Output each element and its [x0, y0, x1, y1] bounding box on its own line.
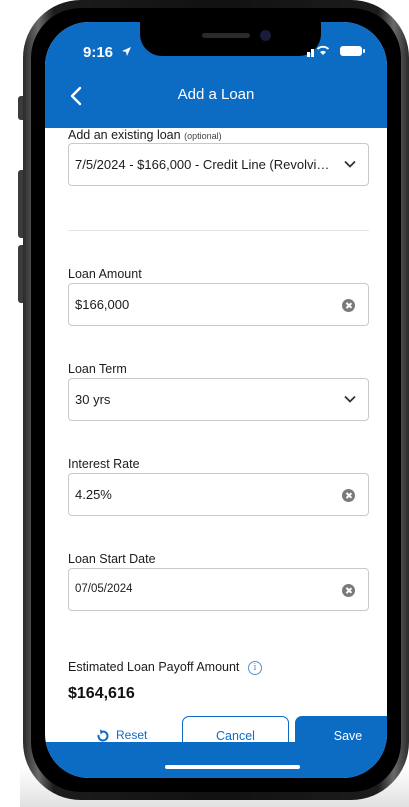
notch	[140, 22, 321, 56]
speaker	[202, 33, 250, 38]
loan-start-date-input[interactable]: 07/05/2024	[68, 568, 369, 611]
loan-form: Add an existing loan (optional) 7/5/2024…	[45, 128, 387, 778]
interest-rate-input[interactable]: 4.25%	[68, 473, 369, 516]
home-indicator[interactable]	[165, 765, 300, 769]
interest-rate-label: Interest Rate	[68, 457, 140, 471]
location-arrow-icon	[122, 47, 131, 56]
chevron-down-icon	[344, 160, 356, 168]
interest-rate-value: 4.25%	[75, 487, 112, 502]
status-time: 9:16	[83, 44, 114, 61]
existing-loan-label: Add an existing loan (optional)	[68, 128, 222, 142]
payoff-amount: $164,616	[68, 685, 135, 702]
phone-bezel: 9:16 Add a Loan Add an existing loan (op…	[31, 8, 401, 792]
loan-start-date-value: 07/05/2024	[75, 583, 133, 595]
reset-label: Reset	[116, 728, 148, 742]
wifi-icon	[320, 51, 326, 55]
bottom-bar	[45, 742, 387, 778]
clear-interest-rate-icon[interactable]	[342, 489, 355, 502]
loan-amount-label: Loan Amount	[68, 267, 142, 281]
reset-button[interactable]: Reset	[96, 728, 147, 743]
battery-icon	[340, 46, 362, 56]
loan-term-label: Loan Term	[68, 362, 127, 376]
app-header: 9:16 Add a Loan	[45, 22, 387, 128]
section-divider	[68, 230, 369, 231]
clear-loan-start-date-icon[interactable]	[342, 584, 355, 597]
loan-amount-input[interactable]: $166,000	[68, 283, 369, 326]
loan-amount-value: $166,000	[75, 297, 130, 312]
reset-icon	[97, 729, 109, 742]
front-camera	[260, 30, 271, 41]
existing-loan-value: 7/5/2024 - $166,000 - Credit Line (Revol…	[75, 157, 330, 172]
loan-start-date-label: Loan Start Date	[68, 552, 156, 566]
status-icons	[307, 45, 365, 57]
info-icon[interactable]: i	[247, 660, 262, 675]
existing-loan-label-text: Add an existing loan	[68, 128, 181, 142]
phone-frame: 9:16 Add a Loan Add an existing loan (op…	[23, 0, 409, 800]
existing-loan-select[interactable]: 7/5/2024 - $166,000 - Credit Line (Revol…	[68, 143, 369, 186]
loan-term-value: 30 yrs	[75, 392, 111, 407]
phone-screen: 9:16 Add a Loan Add an existing loan (op…	[45, 22, 387, 778]
payoff-label-text: Estimated Loan Payoff Amount	[68, 660, 240, 674]
signal-icon	[307, 52, 310, 57]
payoff-label: Estimated Loan Payoff Amount i	[68, 660, 262, 675]
optional-label: (optional)	[184, 131, 222, 141]
page-title: Add a Loan	[177, 86, 255, 103]
clear-loan-amount-icon[interactable]	[342, 299, 355, 312]
loan-term-select[interactable]: 30 yrs	[68, 378, 369, 421]
chevron-down-icon	[344, 395, 356, 403]
